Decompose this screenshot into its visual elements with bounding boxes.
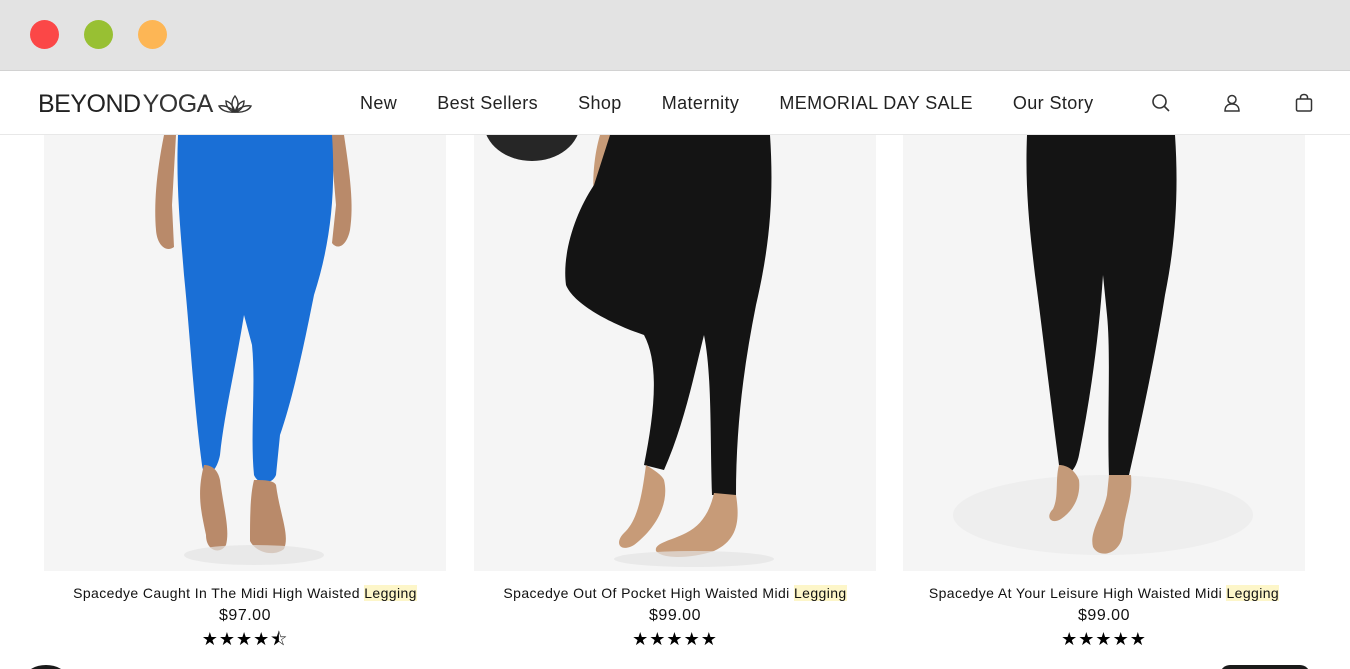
product-name-highlight: Legging	[1226, 585, 1280, 601]
main-nav: New Best Sellers Shop Maternity MEMORIAL…	[360, 93, 1093, 114]
product-name[interactable]: Spacedye Caught In The Midi High Waisted…	[44, 585, 446, 601]
product-name-text: Spacedye At Your Leisure High Waisted Mi…	[928, 585, 1227, 601]
logo-word-beyond: BEYOND	[38, 89, 141, 118]
product-image[interactable]	[474, 135, 876, 571]
window-titlebar	[0, 0, 1350, 71]
nav-item-new[interactable]: New	[360, 93, 397, 114]
minimize-window-button[interactable]	[84, 20, 113, 49]
maximize-window-button[interactable]	[138, 20, 167, 49]
product-image[interactable]	[903, 135, 1305, 571]
product-price: $99.00	[1078, 607, 1130, 624]
product-name-highlight: Legging	[793, 585, 847, 601]
rating-stars: ★★★★★	[632, 629, 718, 649]
nav-item-shop[interactable]: Shop	[578, 93, 622, 114]
product-card[interactable]: Spacedye Caught In The Midi High Waisted…	[44, 135, 446, 649]
product-name-text: Spacedye Caught In The Midi High Waisted	[73, 585, 365, 601]
nav-item-memorial-day-sale[interactable]: MEMORIAL DAY SALE	[779, 93, 973, 114]
product-grid: Spacedye Caught In The Midi High Waisted…	[0, 135, 1350, 669]
rating-stars: ★★★★★	[1061, 629, 1147, 649]
site-logo[interactable]: BEYOND YOGA	[38, 90, 253, 118]
nav-item-maternity[interactable]: Maternity	[662, 93, 740, 114]
account-icon[interactable]	[1221, 92, 1243, 114]
product-name-highlight: Legging	[364, 585, 417, 601]
product-name[interactable]: Spacedye At Your Leisure High Waisted Mi…	[903, 585, 1305, 601]
product-card[interactable]: Spacedye Out Of Pocket High Waisted Midi…	[474, 135, 876, 649]
site-header: BEYOND YOGA New Best Sellers Shop Matern…	[0, 71, 1350, 135]
product-price: $97.00	[219, 607, 271, 624]
nav-item-our-story[interactable]: Our Story	[1013, 93, 1094, 114]
bag-icon[interactable]	[1293, 92, 1315, 114]
product-card[interactable]: Spacedye At Your Leisure High Waisted Mi…	[903, 135, 1305, 649]
nav-item-best-sellers[interactable]: Best Sellers	[437, 93, 538, 114]
floating-action-button[interactable]	[1220, 665, 1310, 669]
rating-stars: ★★★★⯪	[201, 629, 289, 649]
product-name-text: Spacedye Out Of Pocket High Waisted Midi	[503, 585, 794, 601]
logo-word-yoga: YOGA	[142, 89, 214, 118]
product-name[interactable]: Spacedye Out Of Pocket High Waisted Midi…	[474, 585, 876, 601]
product-image[interactable]	[44, 135, 446, 571]
chat-widget-button[interactable]	[26, 665, 66, 669]
product-price: $99.00	[649, 607, 701, 624]
lotus-icon	[217, 94, 252, 114]
close-window-button[interactable]	[30, 20, 59, 49]
search-icon[interactable]	[1150, 92, 1172, 114]
